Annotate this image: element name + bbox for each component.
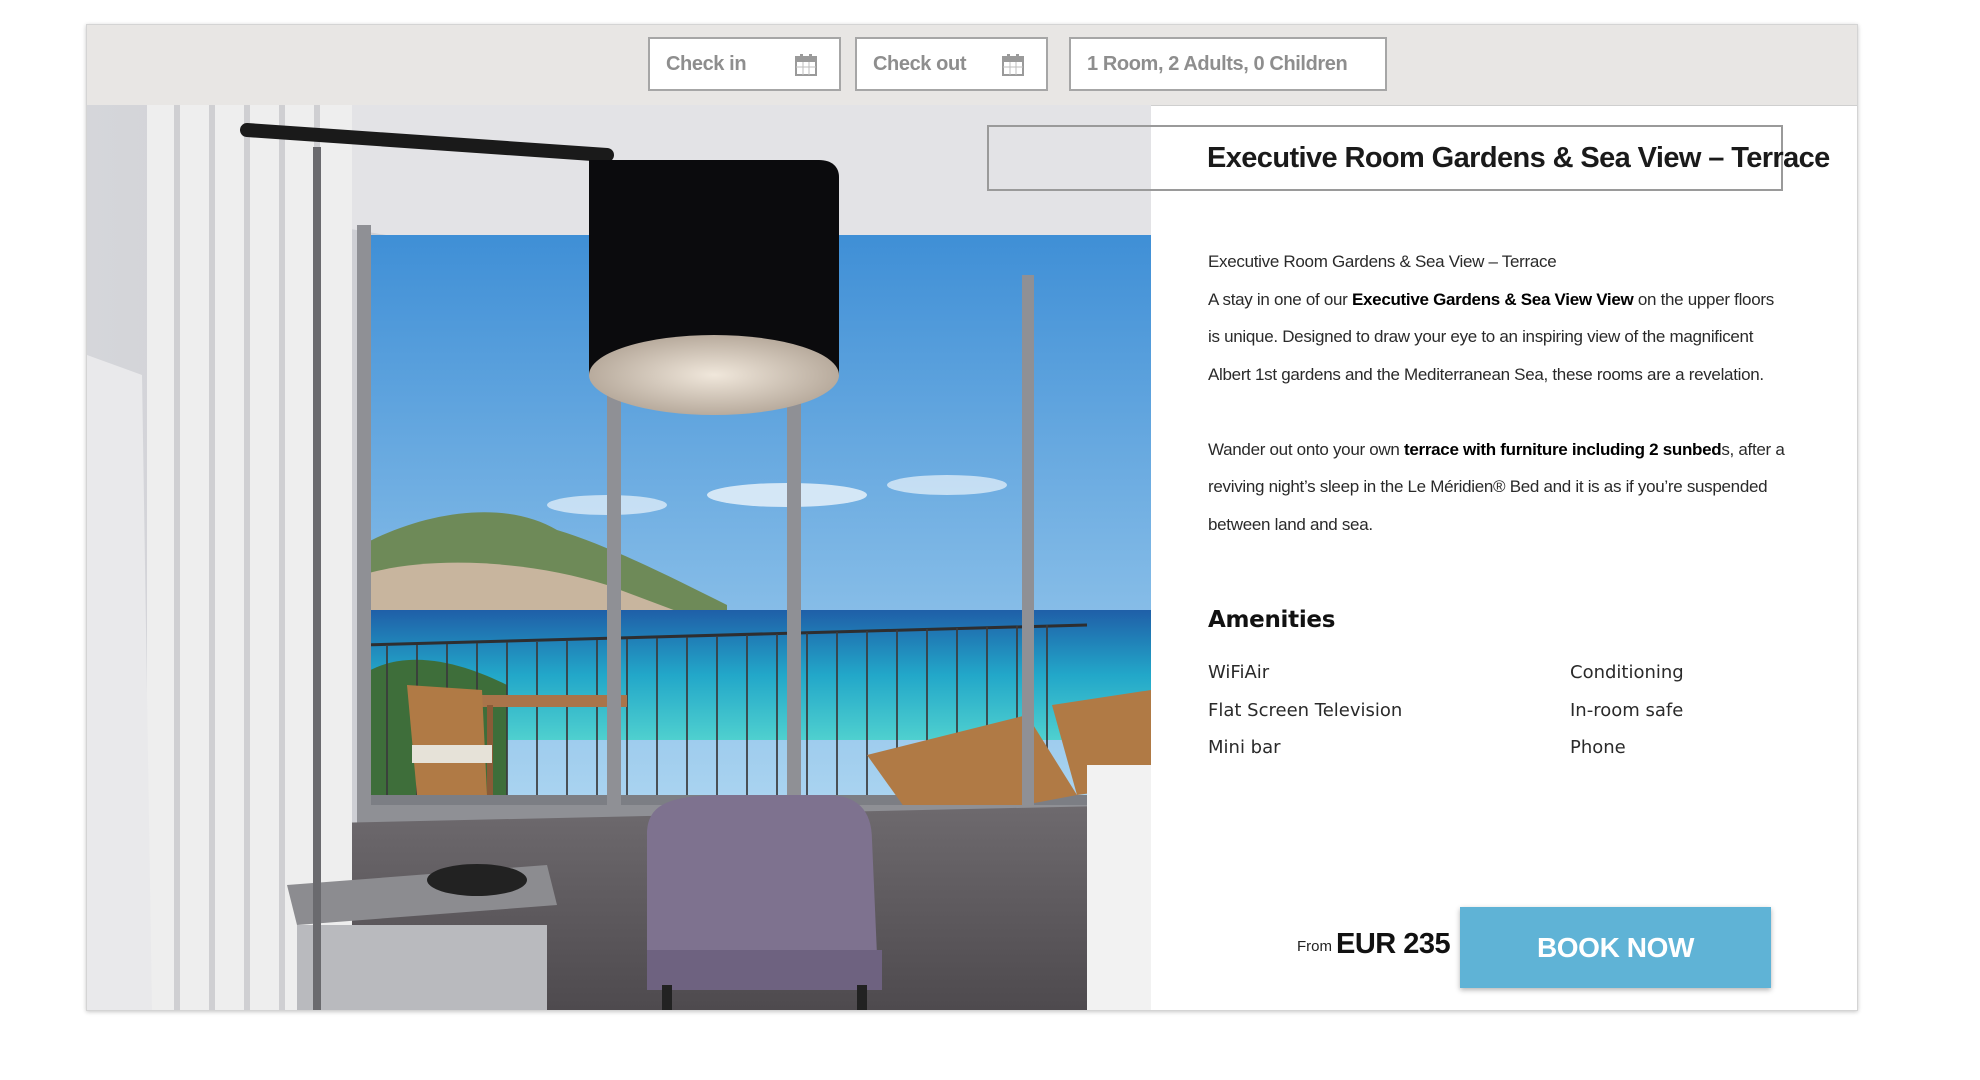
checkin-field[interactable]: Check in — [648, 37, 841, 91]
amenity-item: Flat Screen Television — [1208, 699, 1403, 721]
amenity-item: WiFiAir — [1208, 662, 1270, 683]
checkout-field[interactable]: Check out — [855, 37, 1048, 91]
description-paragraph-1: A stay in one of our Executive Gardens &… — [1208, 281, 1788, 394]
amenity-item: Phone — [1570, 737, 1626, 758]
book-now-button[interactable]: BOOK NOW — [1460, 907, 1771, 988]
room-photo — [87, 105, 1151, 1010]
p1-bold: Executive Gardens & Sea View View — [1351, 289, 1634, 309]
amenities-list-left: WiFiAir Flat Screen Television Mini bar — [1208, 661, 1402, 774]
p2-bold: terrace with furniture including 2 sunbe… — [1404, 439, 1722, 459]
amenity-item: In-room safe — [1570, 699, 1684, 721]
room-card: Check in Check out 1 Room, 2 Adults, 0 C… — [86, 24, 1858, 1011]
description-heading: Executive Room Gardens & Sea View – Terr… — [1208, 252, 1557, 271]
amenity-item: Conditioning — [1570, 662, 1684, 683]
guests-selector[interactable]: 1 Room, 2 Adults, 0 Children — [1069, 37, 1387, 91]
amenities-list-right: Conditioning In-room safe Phone — [1570, 661, 1684, 774]
checkout-placeholder: Check out — [873, 53, 967, 75]
price-value: EUR 235 — [1336, 928, 1451, 960]
amenity-item: Mini bar — [1208, 737, 1281, 758]
search-bar: Check in Check out 1 Room, 2 Adults, 0 C… — [87, 25, 1857, 106]
description-paragraph-2: Wander out onto your own terrace with fu… — [1208, 431, 1788, 544]
checkin-placeholder: Check in — [666, 53, 747, 75]
room-title: Executive Room Gardens & Sea View – Terr… — [1207, 142, 1830, 174]
amenities-heading: Amenities — [1208, 607, 1336, 633]
calendar-icon — [1002, 54, 1024, 76]
calendar-icon — [795, 54, 817, 76]
price-from-label: From — [1297, 938, 1332, 955]
guests-value: 1 Room, 2 Adults, 0 Children — [1087, 53, 1348, 75]
room-description: Executive Room Gardens & Sea View – Terr… — [1208, 243, 1788, 543]
room-photo-illustration — [87, 105, 1151, 1010]
p2-text: Wander out onto your own — [1208, 439, 1404, 459]
p1-text: A stay in one of our — [1208, 289, 1352, 309]
